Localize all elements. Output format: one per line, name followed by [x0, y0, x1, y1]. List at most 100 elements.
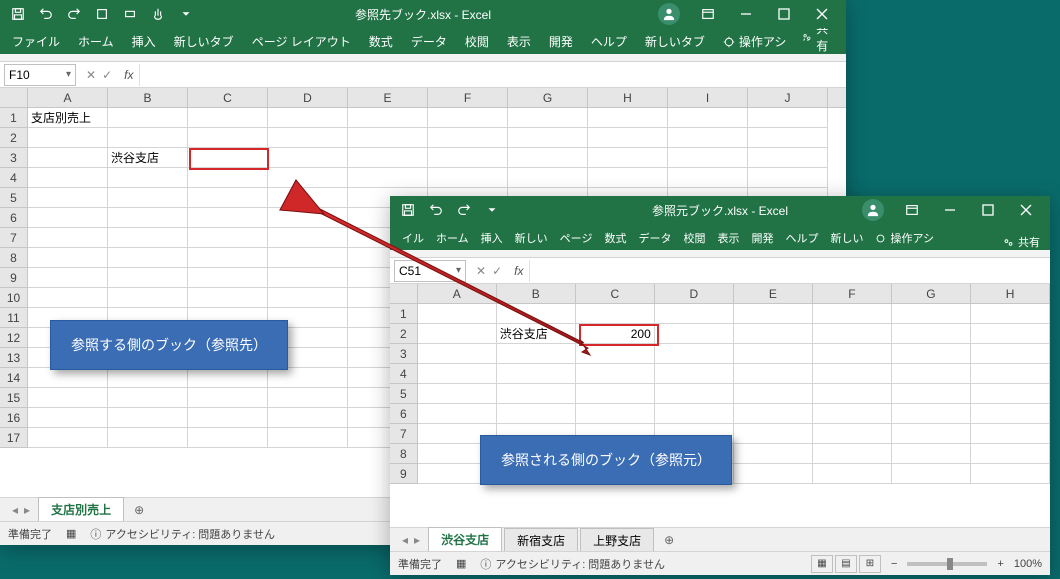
tab-view[interactable]: 表示 [505, 29, 533, 54]
tab-data[interactable]: データ [409, 29, 449, 54]
cell[interactable] [108, 408, 188, 428]
select-all-corner[interactable] [390, 284, 418, 303]
cell[interactable] [28, 388, 108, 408]
row-header[interactable]: 2 [390, 324, 418, 344]
qat-more-icon[interactable] [174, 2, 198, 26]
cell[interactable] [268, 268, 348, 288]
cell[interactable] [268, 168, 348, 188]
cell[interactable] [497, 344, 576, 364]
cell[interactable] [508, 148, 588, 168]
cell[interactable] [655, 384, 734, 404]
column-header[interactable]: E [734, 284, 813, 303]
cell[interactable] [268, 368, 348, 388]
cell[interactable] [971, 444, 1050, 464]
cell[interactable] [588, 108, 668, 128]
column-header[interactable]: C [576, 284, 655, 303]
row-header[interactable]: 5 [0, 188, 28, 208]
enter-formula-icon[interactable]: ✓ [102, 68, 112, 82]
cell[interactable] [108, 368, 188, 388]
cell[interactable] [508, 108, 588, 128]
cell[interactable] [892, 464, 971, 484]
cell[interactable] [508, 168, 588, 188]
cell[interactable] [813, 304, 892, 324]
column-header[interactable]: I [668, 88, 748, 107]
tab-file[interactable]: イル [400, 226, 426, 250]
tab-review[interactable]: 校閲 [463, 29, 491, 54]
cell[interactable] [734, 304, 813, 324]
sheet-prev-icon[interactable]: ◂ [402, 533, 408, 547]
save-icon[interactable] [6, 2, 30, 26]
cell[interactable] [188, 248, 268, 268]
cell[interactable] [418, 324, 497, 344]
column-header[interactable]: B [497, 284, 576, 303]
cell[interactable] [748, 148, 828, 168]
cell[interactable] [28, 408, 108, 428]
column-header[interactable]: H [588, 88, 668, 107]
zoom-out-icon[interactable]: − [891, 558, 897, 570]
row-header[interactable]: 3 [0, 148, 28, 168]
cell[interactable] [108, 168, 188, 188]
tab-dev[interactable]: 開発 [547, 29, 575, 54]
view-normal-icon[interactable]: ▦ [811, 555, 833, 573]
tab-new2[interactable]: 新しい [828, 226, 865, 250]
qat-more-icon[interactable] [480, 198, 504, 222]
cell[interactable] [734, 384, 813, 404]
sheet-prev-icon[interactable]: ◂ [12, 503, 18, 517]
cell[interactable] [418, 304, 497, 324]
redo-icon[interactable] [62, 2, 86, 26]
cell[interactable] [108, 428, 188, 448]
cell[interactable] [28, 208, 108, 228]
tab-formula[interactable]: 数式 [602, 226, 628, 250]
cell[interactable] [734, 364, 813, 384]
column-header[interactable]: C [188, 88, 268, 107]
cell[interactable] [588, 148, 668, 168]
cancel-formula-icon[interactable]: ✕ [86, 68, 96, 82]
cell[interactable] [668, 148, 748, 168]
cell[interactable] [892, 384, 971, 404]
tab-new2[interactable]: 新しいタブ [643, 29, 707, 54]
column-header[interactable]: F [813, 284, 892, 303]
undo-icon[interactable] [34, 2, 58, 26]
cell[interactable] [655, 304, 734, 324]
tab-file[interactable]: ファイル [10, 29, 62, 54]
tab-data[interactable]: データ [636, 226, 673, 250]
row-header[interactable]: 1 [390, 304, 418, 324]
cell[interactable]: 渋谷支店 [497, 324, 576, 344]
cell[interactable] [28, 428, 108, 448]
row-header[interactable]: 15 [0, 388, 28, 408]
zoom-in-icon[interactable]: + [997, 558, 1003, 570]
cell[interactable] [108, 228, 188, 248]
cell[interactable] [268, 228, 348, 248]
add-sheet-icon[interactable]: ⊕ [656, 533, 682, 547]
tab-help[interactable]: ヘルプ [589, 29, 629, 54]
cell[interactable] [734, 344, 813, 364]
cell[interactable] [268, 208, 348, 228]
zoom-level[interactable]: 100% [1014, 558, 1042, 570]
formula-input[interactable] [139, 64, 846, 86]
sheet-next-icon[interactable]: ▸ [414, 533, 420, 547]
minimize-icon[interactable] [932, 198, 968, 222]
cell[interactable] [576, 404, 655, 424]
cell[interactable] [268, 288, 348, 308]
cell[interactable] [188, 268, 268, 288]
column-header[interactable]: H [971, 284, 1050, 303]
fx-icon[interactable]: fx [508, 264, 529, 278]
cell[interactable] [668, 128, 748, 148]
cell[interactable] [108, 208, 188, 228]
cell[interactable] [734, 444, 813, 464]
cell[interactable] [108, 248, 188, 268]
tab-formula[interactable]: 数式 [367, 29, 395, 54]
cell[interactable] [813, 424, 892, 444]
sheet-next-icon[interactable]: ▸ [24, 503, 30, 517]
cell[interactable] [188, 108, 268, 128]
row-header[interactable]: 3 [390, 344, 418, 364]
cell[interactable] [892, 324, 971, 344]
column-header[interactable]: J [748, 88, 828, 107]
tab-layout[interactable]: ページ レイアウト [250, 29, 353, 54]
view-break-icon[interactable]: ⊞ [859, 555, 881, 573]
cell[interactable] [108, 268, 188, 288]
cell[interactable] [813, 464, 892, 484]
redo-icon[interactable] [452, 198, 476, 222]
cell[interactable] [268, 388, 348, 408]
cell[interactable] [28, 268, 108, 288]
